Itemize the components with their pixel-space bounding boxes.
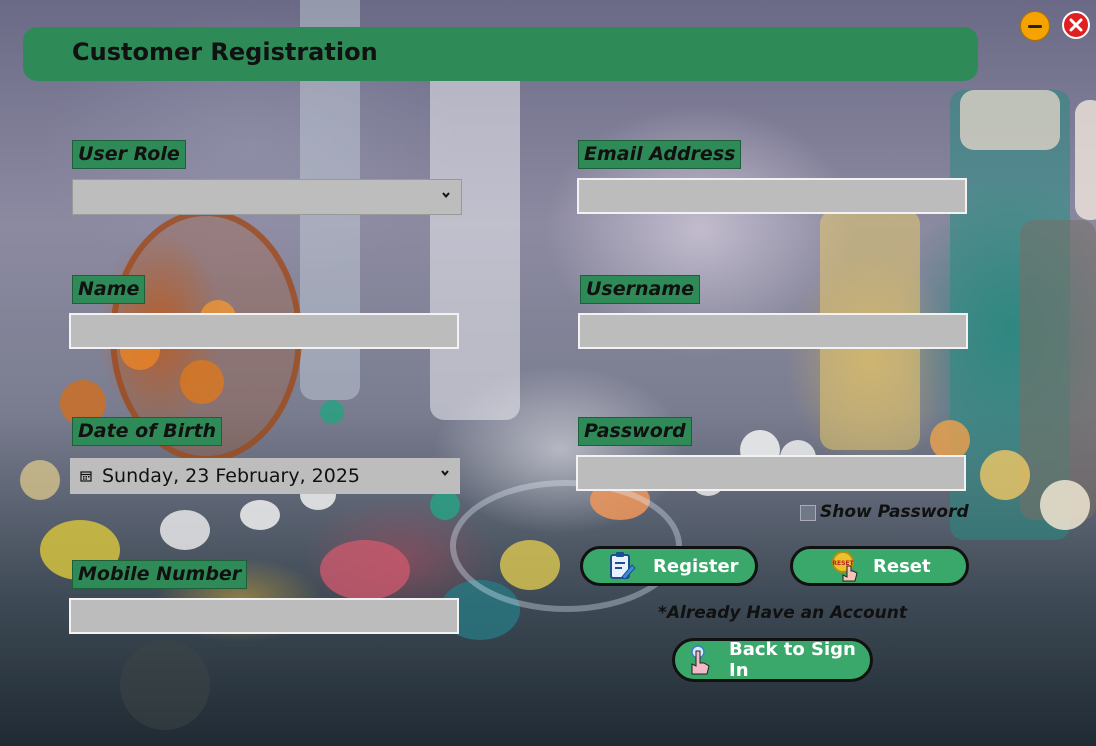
email-label: Email Address	[578, 140, 742, 169]
back-to-sign-in-label: Back to Sign In	[729, 639, 856, 681]
username-label: Username	[580, 275, 701, 304]
already-account-text: *Already Have an Account	[658, 603, 907, 623]
email-field[interactable]	[577, 178, 967, 214]
user-role-select[interactable]	[72, 179, 462, 215]
back-to-sign-in-button[interactable]: Back to Sign In	[672, 638, 873, 682]
chevron-down-icon	[442, 192, 450, 199]
dob-value: Sunday, 23 February, 2025	[102, 465, 361, 487]
close-button[interactable]	[1062, 11, 1090, 39]
minimize-icon	[1028, 24, 1042, 28]
dob-label: Date of Birth	[72, 417, 223, 446]
show-password-checkbox[interactable]	[800, 505, 816, 521]
password-label: Password	[578, 417, 692, 446]
page-title: Customer Registration	[72, 38, 378, 66]
name-label: Name	[72, 275, 146, 304]
register-label: Register	[653, 555, 739, 577]
user-role-label: User Role	[72, 140, 186, 169]
register-clipboard-icon	[610, 552, 636, 580]
username-field[interactable]	[578, 313, 968, 349]
mobile-label: Mobile Number	[72, 560, 248, 589]
reset-hand-icon: RESET	[832, 551, 858, 582]
dob-date-picker[interactable]: Sunday, 23 February, 2025	[70, 458, 460, 494]
background-image	[0, 0, 1096, 746]
mobile-field[interactable]	[69, 598, 459, 634]
close-icon	[1069, 18, 1083, 32]
register-button[interactable]: Register	[580, 546, 758, 586]
reset-button[interactable]: RESET Reset	[790, 546, 969, 586]
password-field[interactable]	[576, 455, 966, 491]
chevron-down-icon	[441, 470, 449, 477]
name-field[interactable]	[69, 313, 459, 349]
minimize-button[interactable]	[1020, 11, 1050, 41]
pointer-hand-icon	[691, 645, 710, 675]
calendar-icon	[80, 471, 92, 482]
reset-label: Reset	[873, 555, 931, 577]
show-password-label[interactable]: Show Password	[820, 502, 969, 522]
